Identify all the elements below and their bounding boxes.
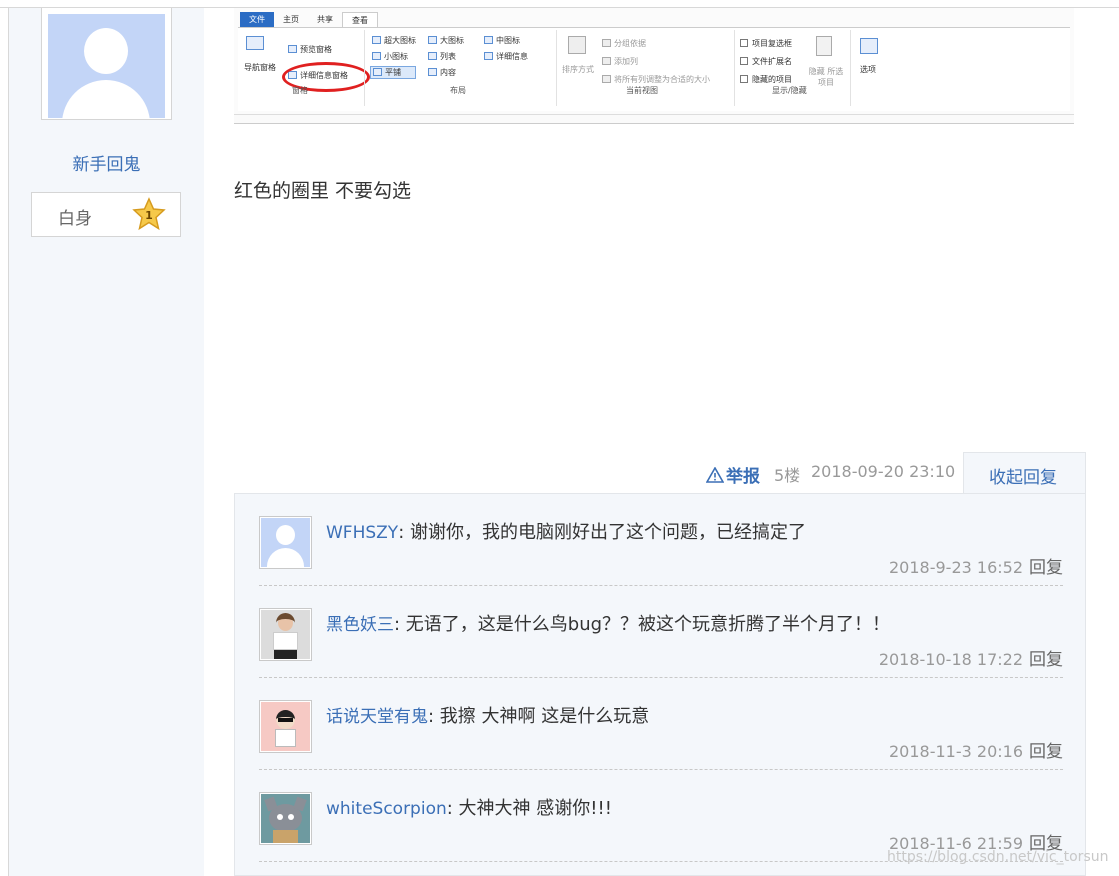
hide-selected-icon [816, 36, 835, 57]
layout-group-label: 布局 [450, 86, 466, 95]
ribbon-tab-file: 文件 [240, 12, 274, 28]
post-image-explorer-ribbon: 文件 主页 共享 查看 导航窗格 预览窗格 详细信息窗格 窗格 超大图标 大图标… [234, 8, 1074, 124]
reply-button[interactable]: 回复 [1029, 650, 1063, 670]
reply-avatar[interactable] [259, 608, 312, 661]
ribbon-tab-view: 查看 [342, 12, 378, 28]
watermark-url: https://blog.csdn.net/vic_torsun [887, 849, 1109, 865]
show-hide-group-label: 显示/隐藏 [772, 86, 807, 95]
layout-item-extra-large: 超大图标 [372, 35, 416, 46]
reply-list: WFHSZY: 谢谢你，我的电脑刚好出了这个问题，已经搞定了 2018-9-23… [234, 493, 1086, 876]
collapse-replies-tab: 收起回复 [963, 452, 1086, 495]
collapse-replies-button[interactable]: 收起回复 [989, 463, 1057, 488]
checkbox-item-checkboxes: 项目复选框 [740, 38, 792, 49]
list-item: 话说天堂有鬼: 我擦 大神啊 这是什么玩意 2018-11-3 20:16 回复 [259, 678, 1063, 770]
ribbon-tab-home: 主页 [283, 15, 299, 24]
report-link[interactable]: 举报 [706, 462, 760, 487]
nav-pane-label: 导航窗格 [244, 63, 276, 72]
checkbox-file-extensions: 文件扩展名 [740, 56, 792, 67]
layout-item-list: 列表 [428, 51, 456, 62]
ribbon-separator [734, 30, 735, 106]
reply-meta: 2018-11-3 20:16 回复 [889, 737, 1063, 762]
nav-pane-icon [246, 36, 267, 51]
add-column-item: 添加列 [602, 56, 638, 67]
reply-content: WFHSZY: 谢谢你，我的电脑刚好出了这个问题，已经搞定了 [326, 522, 806, 543]
layout-item-large: 大图标 [428, 35, 464, 46]
layout-item-details: 详细信息 [484, 51, 528, 62]
post-meta-row: 举报 5楼 2018-09-20 23:10 收起回复 [234, 452, 1086, 495]
ribbon-tab-share: 共享 [317, 15, 333, 24]
options-label: 选项 [860, 65, 876, 74]
reply-content: 话说天堂有鬼: 我擦 大神啊 这是什么玩意 [326, 706, 650, 727]
reply-username[interactable]: whiteScorpion [326, 799, 447, 819]
reply-timestamp: 2018-10-18 17:22 [878, 650, 1023, 669]
reply-username[interactable]: WFHSZY [326, 523, 398, 543]
ribbon-separator [556, 30, 557, 106]
layout-item-medium: 中图标 [484, 35, 520, 46]
current-view-group-label: 当前视图 [626, 86, 658, 95]
layout-item-content: 内容 [428, 67, 456, 78]
floor-number: 5楼 [774, 466, 801, 485]
post-body-text: 红色的圈里 不要勾选 [234, 180, 412, 202]
list-item: WFHSZY: 谢谢你，我的电脑刚好出了这个问题，已经搞定了 2018-9-23… [259, 494, 1063, 586]
reply-content: whiteScorpion: 大神大神 感谢你!!! [326, 798, 612, 819]
reply-meta: 2018-10-18 17:22 回复 [879, 645, 1063, 670]
default-avatar-icon [48, 14, 165, 118]
reply-timestamp: 2018-9-23 16:52 [889, 558, 1023, 577]
checkbox-hidden-items: 隐藏的项目 [740, 74, 792, 85]
layout-item-tiles: 平铺 [370, 66, 416, 79]
sort-icon [568, 36, 589, 55]
reply-username[interactable]: 话说天堂有鬼 [326, 707, 428, 727]
pane-group-label: 窗格 [292, 86, 308, 95]
level-label: 白身 [58, 209, 92, 229]
sort-by-label: 排序方式 [562, 65, 594, 74]
hide-selected-label: 隐藏 所选项目 [808, 67, 844, 87]
reply-text: 大神大神 感谢你!!! [458, 798, 612, 819]
reply-timestamp: 2018-11-3 20:16 [889, 742, 1023, 761]
reply-avatar[interactable] [259, 700, 312, 753]
level-star-icon: 1 [132, 197, 166, 231]
reply-avatar[interactable] [259, 792, 312, 845]
reply-meta: 2018-9-23 16:52 回复 [889, 553, 1063, 578]
preview-pane-item: 预览窗格 [288, 44, 332, 55]
reply-content: 黑色妖三: 无语了，这是什么鸟bug？？被这个玩意折腾了半个月了！！ [326, 614, 891, 635]
warning-icon [706, 466, 724, 483]
layout-item-small: 小图标 [372, 51, 408, 62]
list-item: 黑色妖三: 无语了，这是什么鸟bug？？被这个玩意折腾了半个月了！！ 2018-… [259, 586, 1063, 678]
level-number: 1 [145, 209, 153, 222]
reply-text: 我擦 大神啊 这是什么玩意 [439, 706, 650, 727]
reply-button[interactable]: 回复 [1029, 742, 1063, 762]
options-icon [860, 38, 881, 55]
ribbon-separator [850, 30, 851, 106]
reply-text: 谢谢你，我的电脑刚好出了这个问题，已经搞定了 [410, 522, 806, 543]
address-bar-strip [234, 114, 1074, 123]
reply-button[interactable]: 回复 [1029, 558, 1063, 578]
ribbon-separator [364, 30, 365, 106]
reply-username[interactable]: 黑色妖三 [326, 615, 394, 635]
reply-avatar[interactable] [259, 516, 312, 569]
post-timestamp: 2018-09-20 23:10 [811, 462, 956, 481]
author-sidebar: 新手回鬼 白身 1 [9, 8, 204, 876]
group-by-item: 分组依据 [602, 38, 646, 49]
author-avatar[interactable] [41, 8, 172, 120]
ribbon-tabs: 文件 主页 共享 查看 [240, 12, 378, 28]
fit-columns-item: 将所有列调整为合适的大小 [602, 74, 710, 85]
user-level-badge: 白身 1 [31, 192, 181, 237]
author-username[interactable]: 新手回鬼 [9, 150, 204, 175]
reply-text: 无语了，这是什么鸟bug？？被这个玩意折腾了半个月了！！ [405, 614, 891, 635]
report-label: 举报 [726, 467, 760, 487]
